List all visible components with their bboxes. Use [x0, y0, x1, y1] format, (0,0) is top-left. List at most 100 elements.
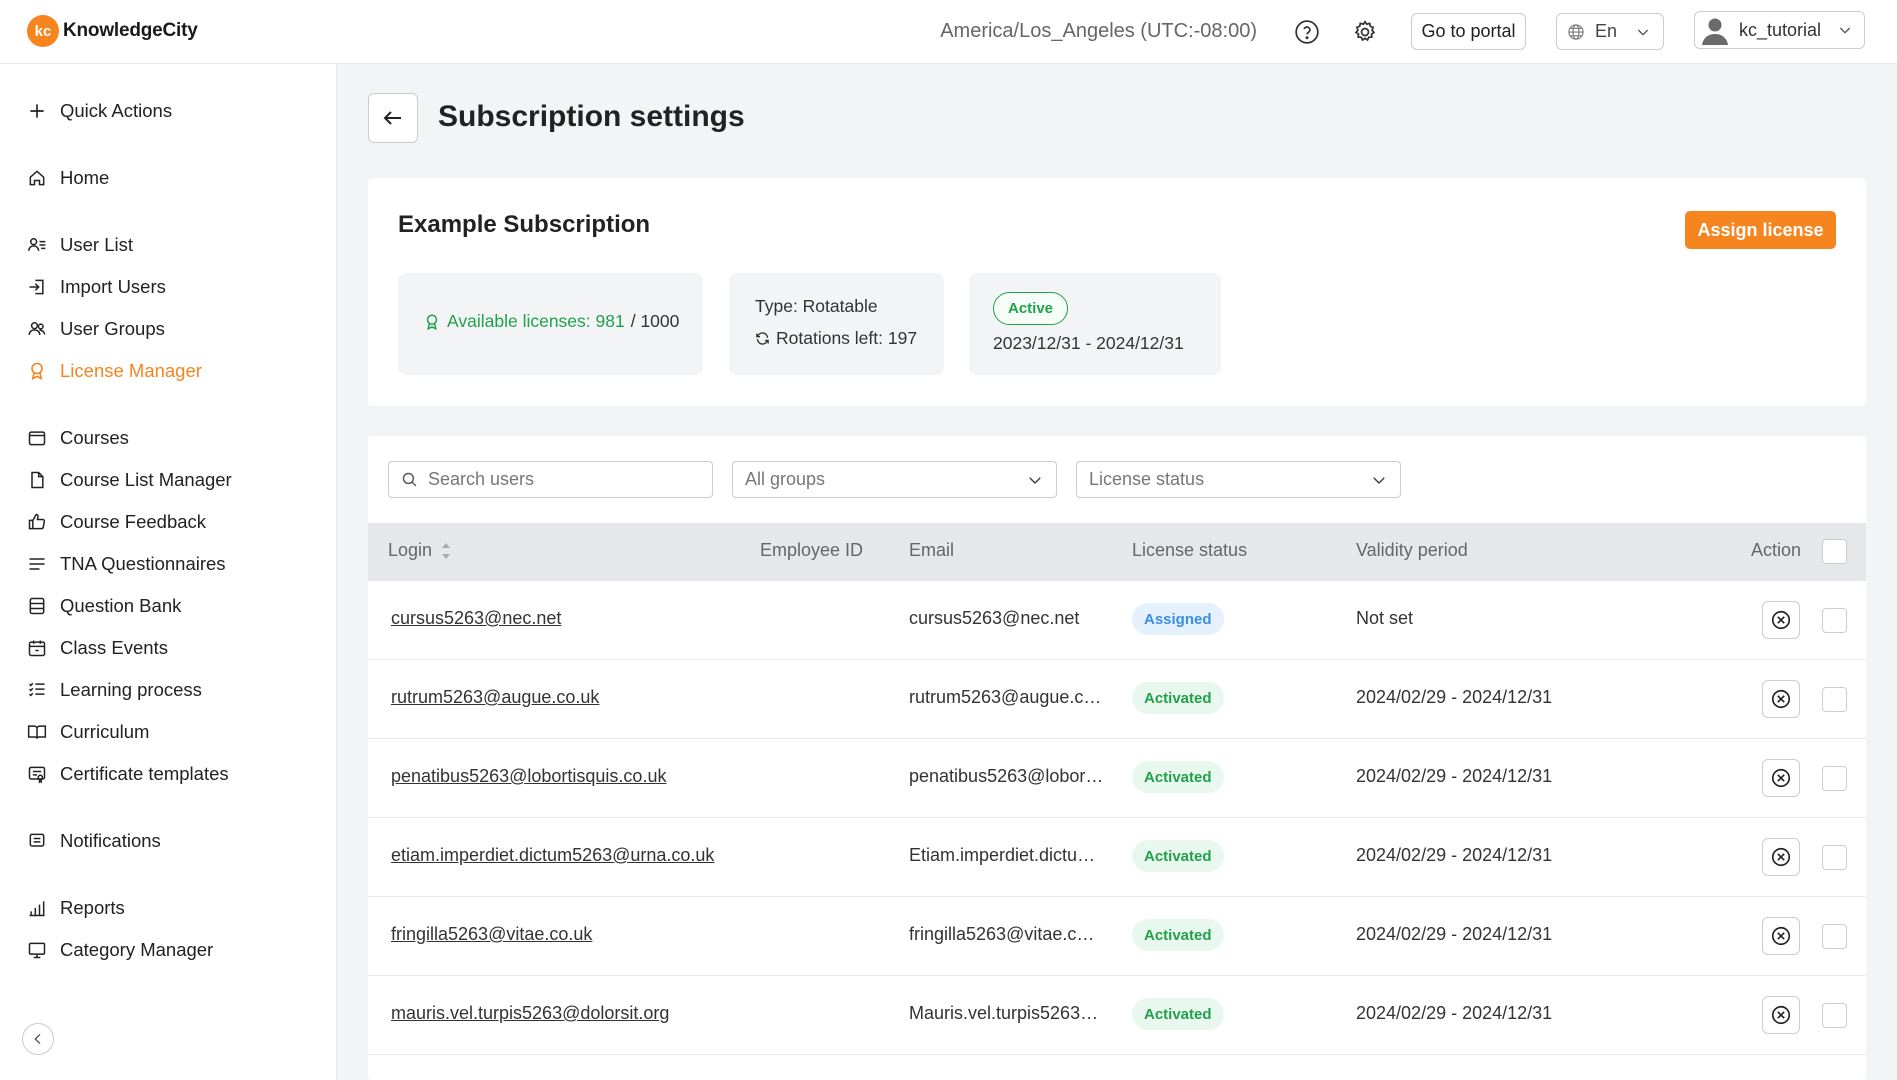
home-icon	[29, 170, 45, 186]
subscription-name: Example Subscription	[398, 211, 651, 238]
book-icon	[27, 725, 47, 739]
close-circle-icon	[1771, 926, 1791, 946]
email-cell: Mauris.vel.turpis5263…	[909, 1003, 1099, 1023]
back-button[interactable]	[368, 93, 418, 143]
badge-icon	[31, 362, 43, 380]
sidebar-item-home[interactable]: Home	[27, 167, 109, 189]
row-checkbox[interactable]	[1822, 1003, 1847, 1028]
assign-license-button[interactable]: Assign license	[1685, 211, 1836, 249]
revoke-license-button[interactable]	[1762, 759, 1800, 797]
help-icon[interactable]	[1292, 17, 1322, 47]
sidebar-item-question-bank[interactable]: Question Bank	[27, 595, 181, 617]
select-all-checkbox[interactable]	[1822, 539, 1847, 564]
license-status-badge: Assigned	[1132, 603, 1224, 635]
rotations-left: Rotations left: 197	[776, 328, 918, 348]
sidebar-item-reports[interactable]: Reports	[27, 897, 125, 919]
license-status-select[interactable]: License status	[1076, 461, 1401, 498]
table-row: cursus5263@nec.net cursus5263@nec.net Assi…	[368, 581, 1866, 660]
validity-cell: Not set	[1356, 608, 1414, 628]
go-to-portal-button[interactable]: Go to portal	[1411, 13, 1526, 50]
groups-select[interactable]: All groups	[732, 461, 1057, 498]
table-row: penatibus5263@lobortisquis.co.uk penatibu…	[368, 739, 1866, 818]
thumbs-up-icon	[28, 513, 46, 530]
collapse-sidebar-button[interactable]	[22, 1023, 54, 1055]
login-link[interactable]: fringilla5263@vitae.co.uk	[391, 924, 592, 945]
groups-select-value: All groups	[745, 469, 826, 489]
search-box[interactable]	[388, 461, 713, 498]
close-circle-icon	[1771, 1005, 1791, 1025]
user-menu[interactable]: kc_tutorial	[1694, 11, 1865, 49]
logo[interactable]: kc KnowledgeCity	[27, 15, 198, 47]
sort-icon[interactable]	[440, 541, 452, 561]
badge-icon	[426, 314, 438, 330]
sidebar-item-import-users[interactable]: Import Users	[27, 276, 166, 298]
sidebar-item-label: Course Feedback	[60, 511, 207, 532]
sidebar-item-user-groups[interactable]: User Groups	[27, 318, 165, 340]
sidebar-item-category-manager[interactable]: Category Manager	[27, 939, 213, 961]
user-list-icon	[27, 238, 46, 251]
checklist-icon	[28, 682, 45, 697]
revoke-license-button[interactable]	[1762, 680, 1800, 718]
email-cell: Etiam.imperdiet.dictu…	[909, 845, 1096, 865]
total-licenses: / 1000	[630, 311, 680, 331]
column-email: Email	[909, 540, 955, 560]
email-cell: fringilla5263@vitae.co.…	[909, 924, 1104, 944]
email-cell: rutrum5263@augue.co…	[909, 687, 1104, 707]
login-link[interactable]: penatibus5263@lobortisquis.co.uk	[391, 766, 666, 787]
license-status-badge: Activated	[1132, 998, 1224, 1030]
close-circle-icon	[1771, 689, 1791, 709]
sidebar-item-certificate-templates[interactable]: Certificate templates	[27, 763, 229, 785]
row-checkbox[interactable]	[1822, 766, 1847, 791]
revoke-license-button[interactable]	[1762, 996, 1800, 1034]
license-status-badge: Activated	[1132, 840, 1224, 872]
search-input[interactable]	[428, 469, 688, 490]
language-select[interactable]: En	[1556, 13, 1664, 50]
file-icon	[31, 471, 44, 489]
sidebar-item-license-manager[interactable]: License Manager	[27, 360, 202, 382]
rotate-icon	[756, 332, 769, 345]
sidebar-item-tna-questionnaires[interactable]: TNA Questionnaires	[27, 553, 226, 575]
sidebar-item-notifications[interactable]: Notifications	[27, 830, 161, 852]
column-login-label: Login	[388, 540, 433, 560]
import-icon	[29, 279, 44, 295]
sidebar-item-courses[interactable]: Courses	[27, 427, 129, 449]
license-status-badge: Activated	[1132, 682, 1224, 714]
login-link[interactable]: mauris.vel.turpis5263@dolorsit.org	[391, 1003, 669, 1024]
revoke-license-button[interactable]	[1762, 917, 1800, 955]
sidebar-item-label: License Manager	[60, 360, 202, 381]
sidebar: Quick Actions Home User List Import User…	[0, 64, 337, 1080]
top-bar: kc KnowledgeCity America/Los_Angeles (UT…	[0, 0, 1897, 64]
available-licenses-box: Available licenses: 981 / 1000	[398, 273, 703, 375]
row-checkbox[interactable]	[1822, 687, 1847, 712]
row-checkbox[interactable]	[1822, 845, 1847, 870]
close-circle-icon	[1771, 768, 1791, 788]
login-link[interactable]: cursus5263@nec.net	[391, 608, 561, 629]
row-checkbox[interactable]	[1822, 924, 1847, 949]
chevron-left-icon	[34, 1033, 41, 1045]
login-link[interactable]: etiam.imperdiet.dictum5263@urna.co.uk	[391, 845, 714, 866]
email-cell: penatibus5263@lobort…	[909, 766, 1104, 786]
column-login[interactable]: Login	[388, 540, 452, 561]
chevron-down-icon	[1029, 476, 1041, 484]
sidebar-item-quick-actions[interactable]: Quick Actions	[27, 100, 172, 122]
sidebar-item-curriculum[interactable]: Curriculum	[27, 721, 149, 743]
license-status-badge: Activated	[1132, 761, 1224, 793]
validity-cell: 2024/02/29 - 2024/12/31	[1356, 687, 1553, 707]
column-employee-id: Employee ID	[760, 540, 864, 560]
certificate-icon	[28, 766, 46, 784]
sidebar-item-course-list-manager[interactable]: Course List Manager	[27, 469, 232, 491]
close-circle-icon	[1771, 610, 1791, 630]
sidebar-item-course-feedback[interactable]: Course Feedback	[27, 511, 206, 533]
revoke-license-button[interactable]	[1762, 601, 1800, 639]
sidebar-item-learning-process[interactable]: Learning process	[27, 679, 202, 701]
sidebar-item-user-list[interactable]: User List	[27, 234, 133, 256]
email-cell: cursus5263@nec.net	[909, 608, 1080, 628]
logo-mark: kc	[27, 15, 59, 47]
revoke-license-button[interactable]	[1762, 838, 1800, 876]
sidebar-item-class-events[interactable]: Class Events	[27, 637, 168, 659]
login-link[interactable]: rutrum5263@augue.co.uk	[391, 687, 599, 708]
gear-icon[interactable]	[1350, 17, 1380, 47]
username: kc_tutorial	[1739, 19, 1822, 40]
row-checkbox[interactable]	[1822, 608, 1847, 633]
calendar-icon	[28, 640, 46, 657]
